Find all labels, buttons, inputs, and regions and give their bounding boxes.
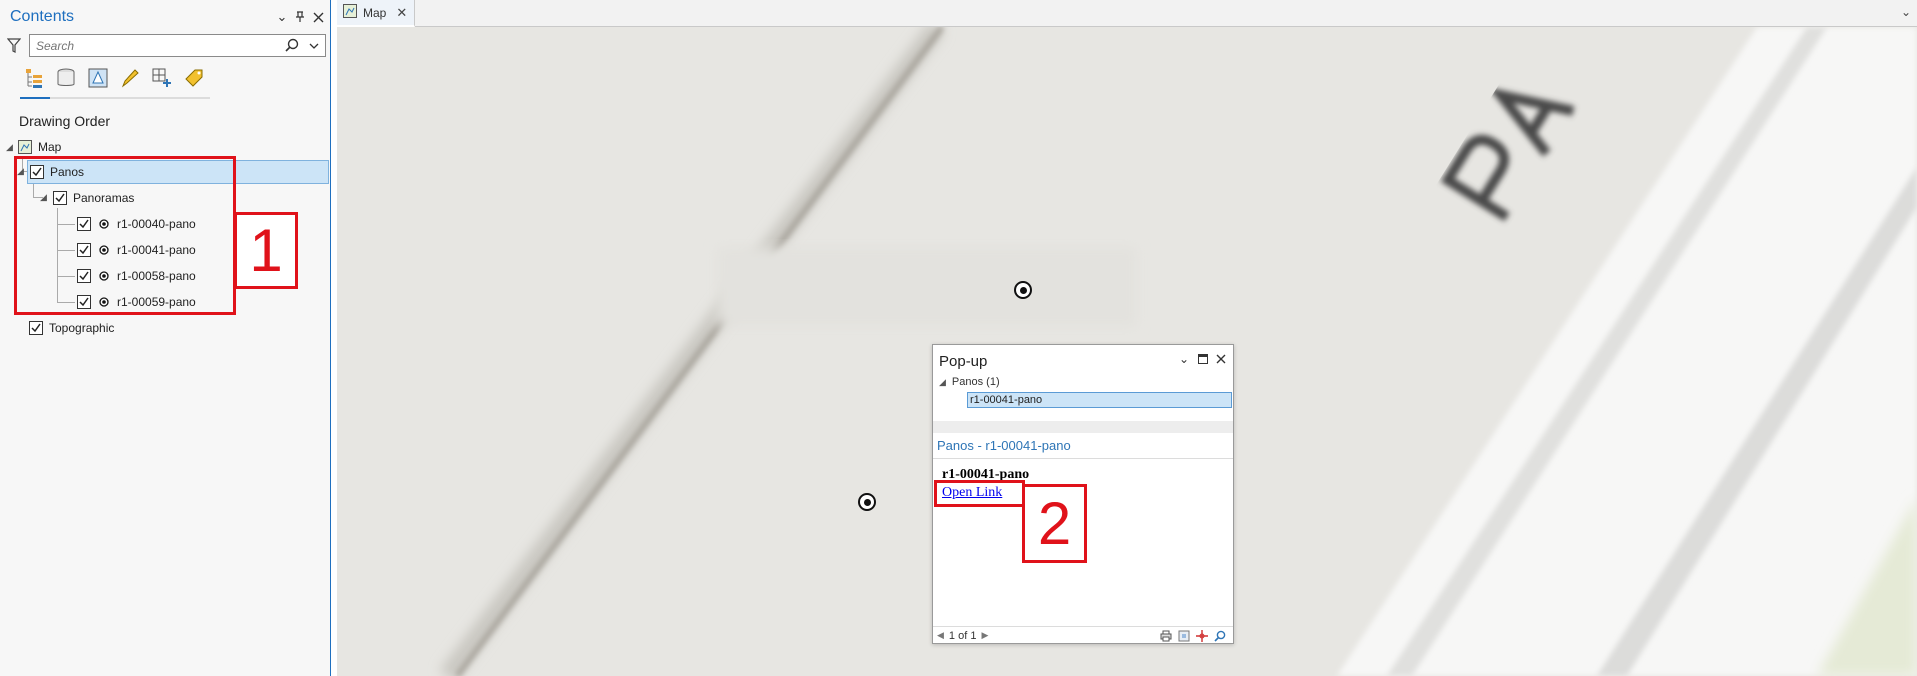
popup-header: Pop-up ⌄ bbox=[933, 345, 1233, 373]
popup-divider bbox=[933, 421, 1233, 433]
toolbar-underline bbox=[20, 97, 210, 99]
close-icon[interactable]: ✕ bbox=[396, 5, 407, 21]
close-icon[interactable] bbox=[1214, 352, 1228, 366]
list-by-selection-icon[interactable] bbox=[84, 64, 112, 92]
annotation-label-2: 2 bbox=[1022, 484, 1087, 563]
map-pano-point[interactable] bbox=[858, 493, 876, 511]
contents-toolbar bbox=[20, 64, 210, 100]
popup-pager: 1 of 1 bbox=[948, 629, 977, 642]
popup-layer-label: Panos (1) bbox=[951, 376, 1000, 388]
search-field[interactable] bbox=[29, 34, 326, 57]
tab-map[interactable]: Map ✕ bbox=[337, 0, 415, 27]
annotation-box-1 bbox=[14, 156, 236, 315]
chevron-down-icon[interactable] bbox=[309, 39, 319, 53]
divider bbox=[933, 458, 1233, 459]
chevron-down-icon[interactable]: ⌄ bbox=[1901, 5, 1911, 19]
annotation-box-2 bbox=[934, 480, 1025, 507]
popup-layer-group[interactable]: ◢ Panos (1) bbox=[939, 376, 1000, 388]
tree-item-topographic-label: Topographic bbox=[49, 321, 115, 335]
next-icon[interactable]: ▶ bbox=[981, 630, 988, 641]
print-icon[interactable] bbox=[1159, 629, 1173, 643]
drawing-order-heading: Drawing Order bbox=[19, 113, 111, 129]
collapse-triangle-icon[interactable]: ◢ bbox=[939, 377, 946, 388]
flash-feature-icon[interactable] bbox=[1195, 629, 1209, 643]
maximize-icon[interactable] bbox=[1196, 352, 1210, 366]
popup-footer: ◀ 1 of 1 ▶ bbox=[933, 626, 1233, 644]
search-input[interactable] bbox=[30, 35, 270, 56]
map-pano-point[interactable] bbox=[1014, 281, 1032, 299]
search-icon[interactable] bbox=[285, 38, 299, 55]
tree-item-topographic[interactable]: Topographic bbox=[29, 316, 114, 340]
pane-options-icon[interactable]: ⌄ bbox=[274, 8, 290, 26]
close-icon[interactable] bbox=[310, 8, 326, 26]
map-icon bbox=[18, 140, 32, 154]
topographic-checkbox[interactable] bbox=[29, 321, 43, 335]
zoom-icon[interactable] bbox=[1213, 629, 1227, 643]
list-by-labeling-icon[interactable] bbox=[180, 64, 208, 92]
contents-header: Contents ⌄ bbox=[0, 0, 330, 36]
contents-pane: Contents ⌄ Search Drawing Order ◢ Map Pa… bbox=[0, 0, 331, 676]
popup-feature-item[interactable]: r1-00041-pano bbox=[967, 392, 1232, 408]
collapse-triangle-icon[interactable]: ◢ bbox=[6, 142, 18, 153]
tab-map-label: Map bbox=[363, 5, 387, 20]
zoom-to-selection-icon[interactable] bbox=[1177, 629, 1191, 643]
chevron-down-icon[interactable]: ⌄ bbox=[1177, 352, 1191, 366]
map-tab-bar: Map ✕ ⌄ bbox=[337, 0, 1917, 27]
annotation-label-1: 1 bbox=[234, 212, 298, 289]
list-by-source-icon[interactable] bbox=[52, 64, 80, 92]
pin-icon[interactable] bbox=[292, 8, 308, 26]
list-by-snapping-icon[interactable] bbox=[148, 64, 176, 92]
list-by-drawing-order-icon[interactable] bbox=[20, 64, 48, 92]
map-icon bbox=[343, 4, 357, 21]
filter-icon[interactable] bbox=[6, 38, 22, 54]
contents-title: Contents bbox=[10, 8, 75, 25]
tree-item-map-label: Map bbox=[38, 140, 62, 154]
popup-feature-heading: Panos - r1-00041-pano bbox=[937, 438, 1071, 453]
popup-title: Pop-up bbox=[939, 353, 988, 370]
previous-icon[interactable]: ◀ bbox=[937, 630, 944, 641]
list-by-editing-icon[interactable] bbox=[116, 64, 144, 92]
